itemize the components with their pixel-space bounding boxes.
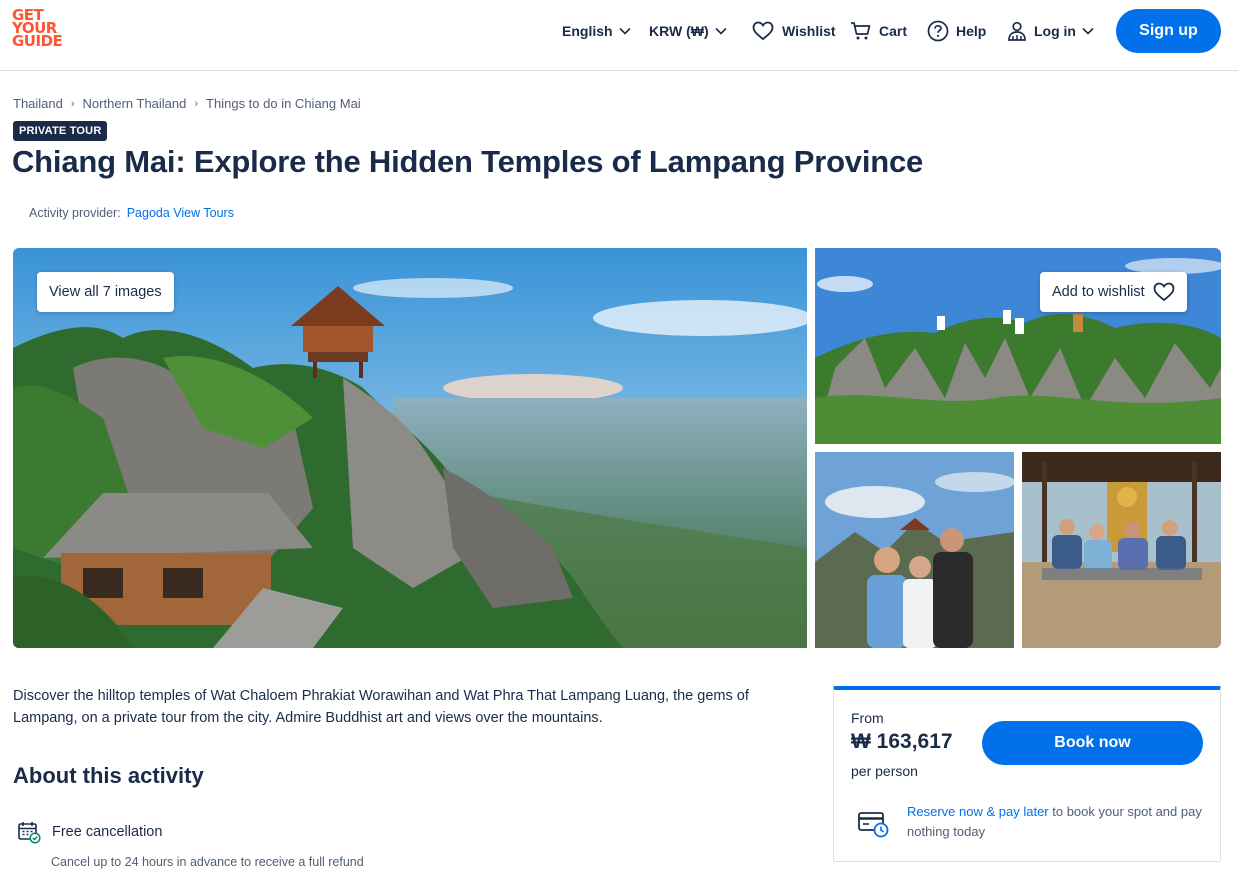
chevron-down-icon: [618, 27, 631, 35]
help-icon: [927, 20, 949, 42]
login-menu[interactable]: Log in: [1006, 19, 1095, 43]
view-all-images-button[interactable]: View all 7 images: [37, 272, 174, 312]
page-title: Chiang Mai: Explore the Hidden Temples o…: [12, 144, 924, 179]
signup-button[interactable]: Sign up: [1116, 9, 1221, 53]
activity-description: Discover the hilltop temples of Wat Chal…: [13, 688, 749, 726]
private-tour-badge: PRIVATE TOUR: [13, 121, 108, 141]
wishlist-link[interactable]: Wishlist: [752, 19, 836, 43]
language-selector[interactable]: English: [562, 19, 632, 43]
breadcrumb: Thailand › Northern Thailand › Things to…: [13, 96, 361, 111]
feature-free-cancellation: Free cancellation: [17, 820, 162, 844]
currency-selector[interactable]: KRW (₩): [649, 19, 728, 43]
breadcrumb-separator-icon: ›: [70, 97, 75, 110]
cart-link[interactable]: Cart: [850, 19, 907, 43]
group-photo-image: [815, 452, 1014, 648]
reserve-now-info: Reserve now & pay later to book your spo…: [907, 802, 1207, 842]
reserve-now-link[interactable]: Reserve now & pay later: [907, 804, 1049, 819]
book-now-button[interactable]: Book now: [982, 721, 1203, 765]
price-per-person: per person: [851, 763, 918, 779]
provider-link[interactable]: Pagoda View Tours: [127, 206, 234, 220]
help-link[interactable]: Help: [927, 19, 986, 43]
wishlist-label: Wishlist: [782, 23, 836, 39]
activity-provider: Activity provider: Pagoda View Tours: [29, 206, 234, 220]
view-all-label: View all 7 images: [49, 284, 162, 300]
chevron-down-icon: [715, 27, 727, 35]
cart-label: Cart: [879, 23, 908, 39]
feature-subtitle: Cancel up to 24 hours in advance to rece…: [51, 855, 364, 869]
user-icon: [1008, 21, 1026, 41]
booking-card: From ₩ 163,617 per person Book now Reser…: [833, 686, 1221, 862]
heart-icon: [1153, 282, 1175, 302]
login-label: Log in: [1034, 23, 1076, 39]
breadcrumb-item-northern-thailand[interactable]: Northern Thailand: [83, 96, 187, 111]
about-heading: About this activity: [13, 763, 204, 788]
cart-icon: [851, 22, 871, 40]
price-value: ₩ 163,617: [851, 730, 953, 753]
chevron-down-icon: [1082, 27, 1094, 35]
provider-label: Activity provider:: [29, 206, 121, 220]
temple-interior-image: [1022, 452, 1221, 648]
top-header: GET YOUR GUIDE English KRW (₩) Wishlist …: [0, 0, 1238, 71]
help-label: Help: [956, 23, 987, 39]
language-label: English: [562, 23, 613, 39]
breadcrumb-separator-icon: ›: [194, 97, 199, 110]
price-from-label: From: [851, 710, 884, 726]
logo-line-3: GUIDE: [12, 32, 63, 50]
image-gallery: View all 7 images Add to wishlist: [13, 248, 1221, 648]
currency-label: KRW (₩): [649, 23, 709, 39]
add-to-wishlist-button[interactable]: Add to wishlist: [1040, 272, 1187, 312]
feature-title: Free cancellation: [52, 824, 163, 840]
gallery-image-temple-interior[interactable]: [1022, 452, 1221, 648]
heart-icon: [752, 21, 774, 41]
gallery-image-group[interactable]: [815, 452, 1014, 648]
getyourguide-logo[interactable]: GET YOUR GUIDE: [12, 8, 74, 50]
calendar-check-icon: [18, 822, 41, 844]
add-to-wishlist-label: Add to wishlist: [1052, 284, 1145, 300]
credit-card-clock-icon: [858, 812, 889, 838]
breadcrumb-item-thailand[interactable]: Thailand: [13, 96, 63, 111]
breadcrumb-item-chiang-mai[interactable]: Things to do in Chiang Mai: [206, 96, 361, 111]
